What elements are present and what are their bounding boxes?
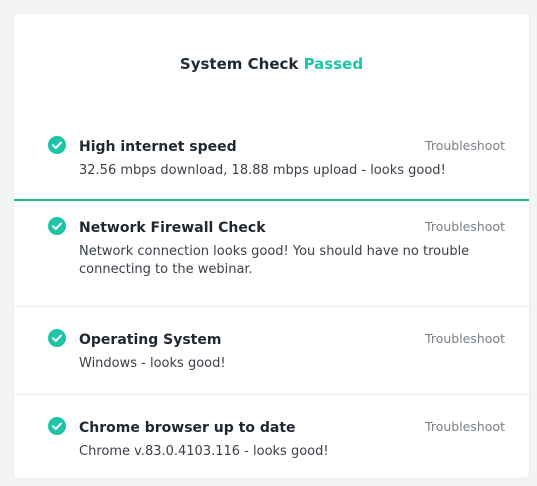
check-description: Network connection looks good! You shoul… — [79, 244, 470, 277]
check-title: Network Firewall Check — [79, 220, 266, 236]
check-title: Chrome browser up to date — [79, 420, 296, 436]
check-header: Network Firewall Check Troubleshoot — [79, 217, 505, 237]
check-item-network-firewall: Network Firewall Check Troubleshoot Netw… — [14, 201, 529, 307]
check-description: 32.56 mbps download, 18.88 mbps upload -… — [79, 163, 446, 178]
check-title: High internet speed — [79, 139, 237, 155]
check-list: High internet speed Troubleshoot 32.56 m… — [14, 114, 529, 485]
check-description: Windows - looks good! — [79, 356, 226, 371]
check-header: Operating System Troubleshoot — [79, 329, 505, 349]
check-description: Chrome v.83.0.4103.116 - looks good! — [79, 444, 329, 459]
check-item-operating-system: Operating System Troubleshoot Windows - … — [14, 307, 529, 395]
troubleshoot-link[interactable]: Troubleshoot — [425, 329, 505, 349]
check-circle-icon — [48, 417, 66, 435]
troubleshoot-link[interactable]: Troubleshoot — [425, 217, 505, 237]
troubleshoot-link[interactable]: Troubleshoot — [425, 136, 505, 156]
troubleshoot-link[interactable]: Troubleshoot — [425, 417, 505, 437]
check-item-browser: Chrome browser up to date Troubleshoot C… — [14, 395, 529, 485]
check-title: Operating System — [79, 332, 222, 348]
check-circle-icon — [48, 329, 66, 347]
title-prefix: System Check — [179, 55, 299, 73]
status-badge: Passed — [303, 55, 364, 73]
check-header: Chrome browser up to date Troubleshoot — [79, 417, 505, 437]
check-header: High internet speed Troubleshoot — [79, 136, 505, 156]
check-item-internet-speed: High internet speed Troubleshoot 32.56 m… — [14, 114, 529, 201]
check-circle-icon — [48, 136, 66, 154]
page-title: System Check Passed — [14, 54, 529, 74]
system-check-card: System Check Passed High internet speed … — [14, 14, 529, 478]
check-circle-icon — [48, 217, 66, 235]
